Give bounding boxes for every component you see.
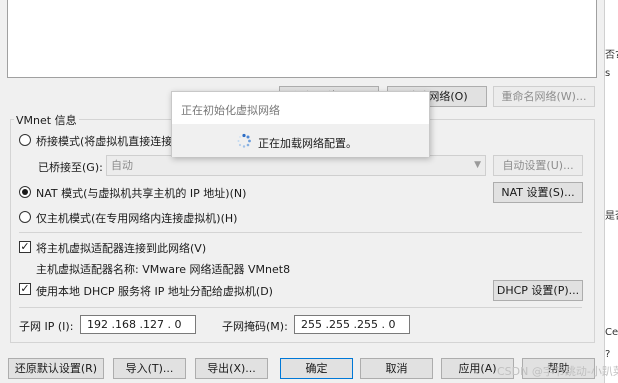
subnet-mask-label: 子网掩码(M): — [222, 320, 288, 333]
chevron-down-icon: ▼ — [474, 160, 481, 170]
rename-network-button[interactable]: 重命名网络(W)... — [493, 86, 595, 107]
auto-settings-button[interactable]: 自动设置(U)... — [493, 155, 583, 176]
loading-dialog-titlebar: 正在初始化虚拟网络 — [172, 92, 429, 124]
ok-button[interactable]: 确定 — [280, 358, 353, 379]
dhcp-settings-button[interactable]: DHCP 设置(P)... — [493, 280, 583, 301]
nat-settings-button[interactable]: NAT 设置(S)... — [493, 182, 583, 203]
background-window-text: 否? — [605, 50, 618, 61]
divider — [19, 307, 582, 308]
bridged-mode-radio[interactable] — [19, 134, 31, 146]
nat-mode-label: NAT 模式(与虚拟机共享主机的 IP 地址)(N) — [36, 187, 247, 200]
background-window-text: ? — [605, 349, 611, 360]
loading-dialog-title: 正在初始化虚拟网络 — [181, 104, 280, 117]
connect-adapter-checkbox[interactable]: ✓ — [19, 241, 31, 253]
loading-spinner-icon — [237, 133, 251, 148]
background-window-text: Ce — [605, 327, 618, 338]
restore-defaults-button[interactable]: 还原默认设置(R) — [8, 358, 104, 379]
subnet-ip-input[interactable]: 192 .168 .127 . 0 — [80, 315, 196, 334]
subnet-mask-input[interactable]: 255 .255 .255 . 0 — [294, 315, 410, 334]
background-window-text: 是否 — [605, 211, 618, 222]
connect-adapter-label: 将主机虚拟适配器连接到此网络(V) — [36, 242, 207, 255]
adapter-name-text: 主机虚拟适配器名称: VMware 网络适配器 VMnet8 — [36, 263, 291, 276]
cancel-button[interactable]: 取消 — [360, 358, 433, 379]
checkmark-icon: ✓ — [20, 240, 30, 253]
background-window-text: s — [605, 68, 611, 79]
bridged-to-label: 已桥接至(G): — [38, 161, 103, 174]
subnet-ip-label: 子网 IP (I): — [19, 320, 74, 333]
nat-mode-radio[interactable] — [19, 186, 31, 198]
host-only-radio[interactable] — [19, 211, 31, 223]
import-button[interactable]: 导入(T)... — [113, 358, 186, 379]
network-list[interactable] — [7, 0, 597, 78]
use-dhcp-checkbox[interactable]: ✓ — [19, 283, 31, 295]
loading-message: 正在加载网络配置。 — [258, 137, 357, 150]
divider — [19, 232, 582, 233]
vmnet-info-title: VMnet 信息 — [14, 112, 79, 128]
export-button[interactable]: 导出(X)... — [195, 358, 268, 379]
checkmark-icon: ✓ — [20, 282, 30, 295]
use-dhcp-label: 使用本地 DHCP 服务将 IP 地址分配给虚拟机(D) — [36, 285, 273, 298]
bridged-to-value: 自动 — [111, 159, 133, 172]
host-only-label: 仅主机模式(在专用网络内连接虚拟机)(H) — [36, 212, 238, 225]
watermark: CSDN @字节跳动-小趴菜 — [497, 365, 618, 378]
bridged-to-select[interactable]: 自动 ▼ — [106, 155, 486, 176]
loading-dialog: 正在初始化虚拟网络 正在加载网络配置。 — [171, 91, 430, 157]
loading-dialog-body: 正在加载网络配置。 — [172, 124, 429, 157]
